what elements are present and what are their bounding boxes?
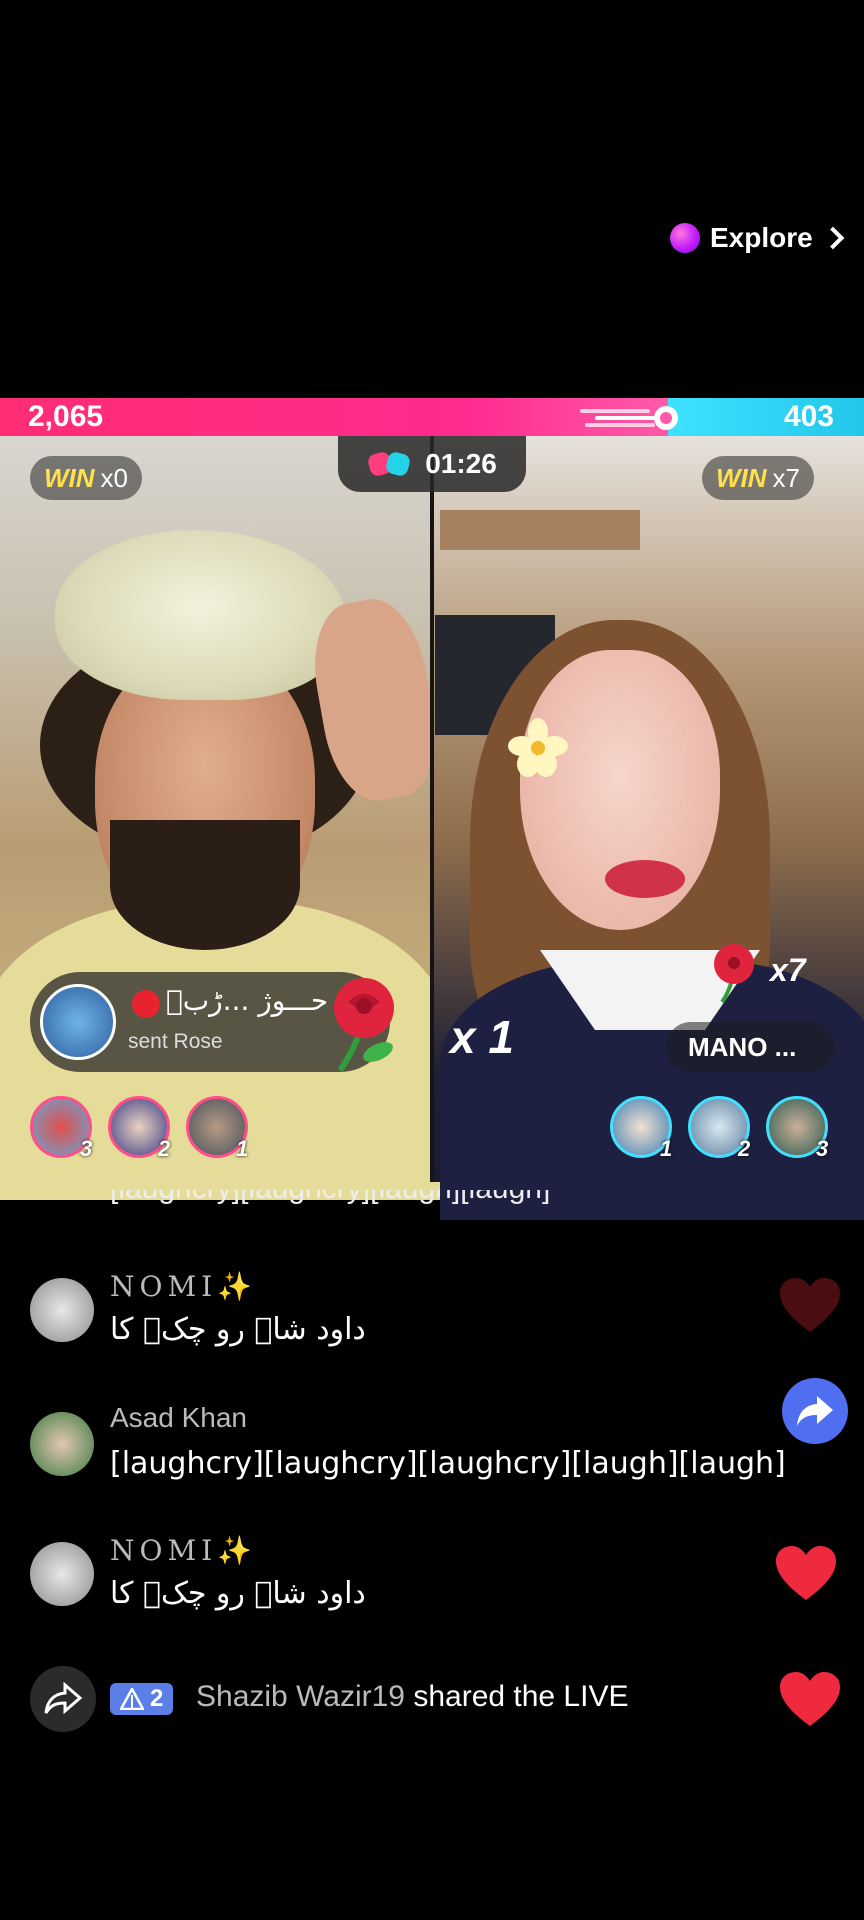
share-event-text: Shazib Wazir19 shared the LIVE <box>196 1680 628 1714</box>
rose-icon <box>334 978 394 1072</box>
right-win-count: x7 <box>772 462 801 493</box>
comet-icon <box>580 406 678 430</box>
share-event-action: shared the LIVE <box>413 1680 629 1713</box>
right-gifter-rank-1: 1 <box>660 1136 673 1161</box>
battle-divider <box>430 436 434 1182</box>
multiplier: x 1 <box>450 1011 514 1063</box>
rose-icon <box>714 944 754 1004</box>
left-win-label: WIN <box>44 462 95 493</box>
gift-action: sent Rose <box>128 1030 223 1053</box>
share-arrow-icon <box>44 1682 83 1715</box>
background-shelf <box>440 510 640 550</box>
right-win-label: WIN <box>716 462 767 493</box>
comment-text: [laughcry][laughcry][laughcry][laugh][la… <box>110 1446 786 1481</box>
right-score-fill <box>668 398 864 436</box>
share-arrow-icon <box>797 1396 833 1426</box>
battle-timer: 01:26 <box>338 436 526 492</box>
comment-username[interactable]: NOMI✨ <box>110 1270 257 1303</box>
comment-text-partial: [laughcry][laughcry][laugh][laugh] <box>110 1190 550 1206</box>
left-gifter-rank-2: 2 <box>158 1136 171 1161</box>
share-event-icon <box>30 1666 96 1732</box>
battle-gloves-icon <box>368 452 410 476</box>
explore-button[interactable]: Explore <box>670 218 845 258</box>
level-triangle-icon <box>120 1688 144 1710</box>
left-score: 2,065 <box>28 400 104 433</box>
comment-avatar[interactable] <box>30 1542 94 1606</box>
left-gifter-rank-1: 1 <box>236 1136 249 1161</box>
comment-text: داود شاہ رو چکؔ کا <box>110 1312 366 1347</box>
left-host-turban <box>55 530 345 700</box>
share-event-user[interactable]: Shazib Wazir19 <box>196 1680 405 1713</box>
comment-username[interactable]: Asad Khan <box>110 1402 247 1434</box>
explore-label: Explore <box>710 222 813 253</box>
sender-name: حـــوژ ...ڑبؔ <box>166 984 329 1017</box>
live-dot-icon <box>132 990 160 1018</box>
comment-avatar[interactable] <box>30 1412 94 1476</box>
right-host-name[interactable]: MANO ... <box>666 1022 834 1072</box>
comment-username[interactable]: NOMI✨ <box>110 1534 257 1567</box>
chevron-right-icon <box>821 226 845 250</box>
right-host-lips <box>605 860 685 898</box>
user-level-badge: 2 <box>110 1683 174 1715</box>
right-win-badge: WIN x7 <box>702 456 815 500</box>
flower-icon <box>508 718 568 777</box>
comment-avatar[interactable] <box>30 1278 94 1342</box>
sender-avatar[interactable] <box>40 984 116 1060</box>
battle-score-bar: 2,065 403 <box>0 398 864 436</box>
user-level: 2 <box>150 1685 164 1712</box>
timer-text: 01:26 <box>425 448 497 479</box>
left-win-count: x0 <box>100 462 129 493</box>
comment-text: داود شاہ رو چکؔ کا <box>110 1576 366 1611</box>
right-gifter-rank-2: 2 <box>738 1136 751 1161</box>
right-gift-count: x7 <box>770 952 806 988</box>
planet-icon <box>670 223 700 253</box>
right-gifter-rank-3: 3 <box>816 1136 829 1161</box>
heart-icon[interactable] <box>774 1544 838 1602</box>
left-win-badge: WIN x0 <box>30 456 143 500</box>
left-gifter-rank-3: 3 <box>80 1136 93 1161</box>
heart-icon[interactable] <box>778 1670 842 1728</box>
heart-icon[interactable] <box>778 1276 842 1334</box>
right-score: 403 <box>783 400 834 433</box>
left-host-beard <box>110 820 300 950</box>
left-score-fill: 2,065 <box>0 398 678 436</box>
share-button[interactable] <box>782 1378 848 1444</box>
